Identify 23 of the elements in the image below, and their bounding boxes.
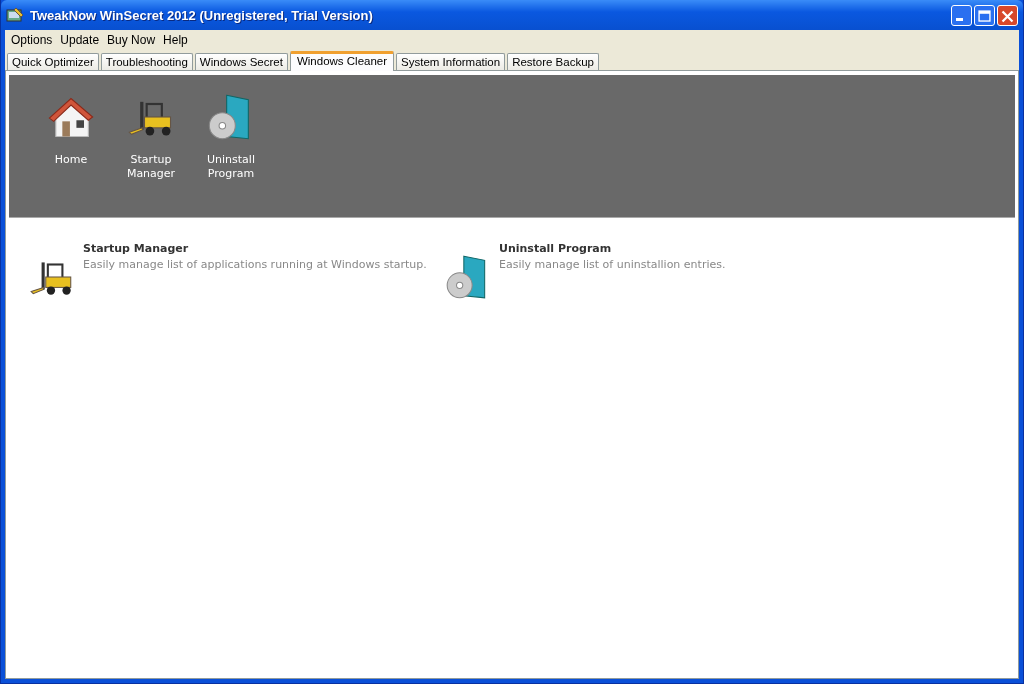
- toolbar-button[interactable]: Home: [31, 91, 111, 167]
- tab[interactable]: Restore Backup: [507, 53, 599, 70]
- menu-item[interactable]: Help: [159, 32, 192, 47]
- toolbar-button[interactable]: Startup Manager: [111, 91, 191, 181]
- tab[interactable]: Windows Secret: [194, 53, 288, 70]
- tab[interactable]: Windows Cleaner: [289, 51, 395, 71]
- minimize-button[interactable]: [951, 4, 972, 26]
- minimize-icon: [956, 17, 963, 21]
- app-icon: [6, 7, 24, 23]
- tab[interactable]: Quick Optimizer: [7, 53, 99, 70]
- menu-item[interactable]: Options: [7, 32, 57, 47]
- feature-description: Easily manage list of applications running at Windows startup.: [83, 258, 427, 271]
- feature-title[interactable]: Uninstall Program: [499, 242, 612, 255]
- feature-title[interactable]: Startup Manager: [83, 242, 189, 255]
- close-button[interactable]: [997, 4, 1018, 26]
- feature-description: Easily manage list of uninstallion entries.: [499, 258, 726, 271]
- toolbar-button[interactable]: Uninstall Program: [191, 91, 271, 181]
- window-title: TweakNow WinSecret 2012 (Unregistered, Trial Version): [30, 7, 374, 23]
- maximize-button[interactable]: [974, 4, 995, 26]
- tab[interactable]: Troubleshooting: [100, 53, 193, 70]
- menu-item[interactable]: Buy Now: [103, 32, 160, 47]
- menu-item[interactable]: Update: [56, 32, 104, 47]
- tab[interactable]: System Information: [396, 53, 506, 70]
